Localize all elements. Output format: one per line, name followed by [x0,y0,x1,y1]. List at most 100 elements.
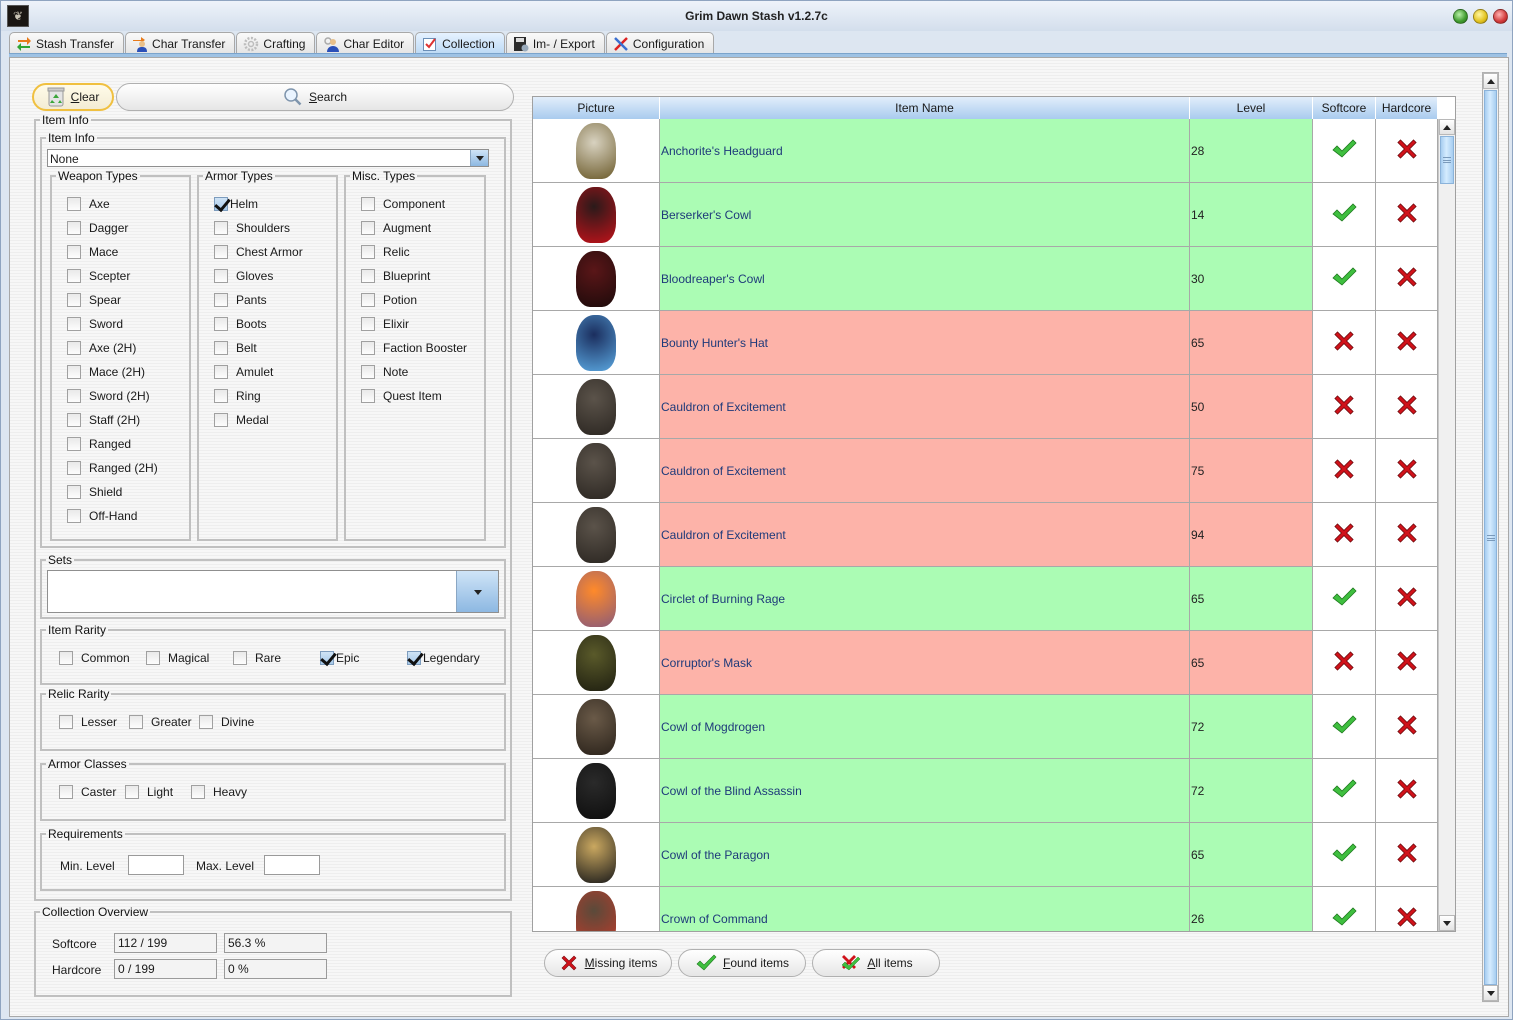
checkbox-medal[interactable]: Medal [214,413,269,427]
table-row[interactable]: Bloodreaper's Cowl 30 [533,247,1438,311]
tab-char-transfer[interactable]: Char Transfer [125,32,236,54]
panel-scrollbar[interactable] [1482,72,1499,1002]
scroll-down-button[interactable] [1483,985,1498,1001]
checkbox-unchecked-icon[interactable] [129,715,143,729]
checkbox-unchecked-icon[interactable] [214,269,228,283]
min-level-input[interactable] [128,855,184,875]
checkbox-unchecked-icon[interactable] [361,293,375,307]
checkbox-caster[interactable]: Caster [59,785,116,799]
checkbox-checked-icon[interactable] [214,197,228,211]
column-header-hardcore[interactable]: Hardcore [1376,97,1438,119]
checkbox-unchecked-icon[interactable] [214,293,228,307]
checkbox-unchecked-icon[interactable] [361,365,375,379]
checkbox-sword[interactable]: Sword [67,317,123,331]
scroll-thumb[interactable] [1484,90,1497,985]
checkbox-amulet[interactable]: Amulet [214,365,273,379]
checkbox-axe-2h[interactable]: Axe (2H) [67,341,136,355]
checkbox-unchecked-icon[interactable] [67,293,81,307]
checkbox-unchecked-icon[interactable] [67,245,81,259]
checkbox-unchecked-icon[interactable] [199,715,213,729]
scroll-down-button[interactable] [1439,915,1455,931]
checkbox-helm[interactable]: Helm [214,197,258,211]
table-row[interactable]: Corruptor's Mask 65 [533,631,1438,695]
checkbox-gloves[interactable]: Gloves [214,269,273,283]
checkbox-legendary[interactable]: Legendary [407,651,480,665]
table-scrollbar[interactable] [1438,119,1455,931]
checkbox-rare[interactable]: Rare [233,651,281,665]
checkbox-unchecked-icon[interactable] [361,221,375,235]
checkbox-belt[interactable]: Belt [214,341,257,355]
checkbox-ranged[interactable]: Ranged [67,437,131,451]
checkbox-shield[interactable]: Shield [67,485,122,499]
checkbox-faction-booster[interactable]: Faction Booster [361,341,467,355]
checkbox-unchecked-icon[interactable] [59,715,73,729]
checkbox-unchecked-icon[interactable] [214,317,228,331]
table-row[interactable]: Cauldron of Excitement 94 [533,503,1438,567]
close-button[interactable] [1493,9,1508,24]
checkbox-quest-item[interactable]: Quest Item [361,389,442,403]
table-row[interactable]: Cowl of the Blind Assassin 72 [533,759,1438,823]
checkbox-unchecked-icon[interactable] [67,197,81,211]
scroll-up-button[interactable] [1483,73,1498,89]
checkbox-light[interactable]: Light [125,785,173,799]
tab-stash-transfer[interactable]: Stash Transfer [9,32,125,54]
table-row[interactable]: Circlet of Burning Rage 65 [533,567,1438,631]
checkbox-sword-2h[interactable]: Sword (2H) [67,389,150,403]
checkbox-unchecked-icon[interactable] [67,341,81,355]
table-row[interactable]: Cauldron of Excitement 75 [533,439,1438,503]
checkbox-unchecked-icon[interactable] [361,341,375,355]
checkbox-unchecked-icon[interactable] [67,413,81,427]
checkbox-unchecked-icon[interactable] [67,485,81,499]
checkbox-unchecked-icon[interactable] [67,221,81,235]
sets-dropdown[interactable] [47,570,499,613]
tab-im-export[interactable]: Im- / Export [505,32,605,54]
checkbox-pants[interactable]: Pants [214,293,267,307]
checkbox-unchecked-icon[interactable] [67,389,81,403]
item-info-dropdown[interactable]: None [47,149,489,167]
column-header-item-name[interactable]: Item Name [660,97,1190,119]
checkbox-common[interactable]: Common [59,651,130,665]
table-row[interactable]: Cowl of the Paragon 65 [533,823,1438,887]
clear-button[interactable]: Clear [32,83,114,111]
checkbox-unchecked-icon[interactable] [59,651,73,665]
chevron-down-icon[interactable] [470,150,488,166]
scroll-up-button[interactable] [1439,119,1455,135]
chevron-down-icon[interactable] [456,571,498,612]
minimize-button[interactable] [1473,9,1488,24]
all-items-button[interactable]: All items [812,949,940,977]
column-header-level[interactable]: Level [1190,97,1313,119]
table-row[interactable]: Cauldron of Excitement 50 [533,375,1438,439]
checkbox-heavy[interactable]: Heavy [191,785,247,799]
checkbox-unchecked-icon[interactable] [67,269,81,283]
checkbox-staff-2h[interactable]: Staff (2H) [67,413,140,427]
scroll-thumb[interactable] [1440,136,1454,184]
checkbox-magical[interactable]: Magical [146,651,209,665]
checkbox-unchecked-icon[interactable] [361,389,375,403]
checkbox-unchecked-icon[interactable] [361,245,375,259]
checkbox-unchecked-icon[interactable] [67,317,81,331]
checkbox-relic[interactable]: Relic [361,245,410,259]
missing-items-button[interactable]: Missing items [544,949,672,977]
tab-collection[interactable]: Collection [415,32,505,54]
checkbox-divine[interactable]: Divine [199,715,254,729]
checkbox-unchecked-icon[interactable] [59,785,73,799]
checkbox-scepter[interactable]: Scepter [67,269,130,283]
checkbox-unchecked-icon[interactable] [214,365,228,379]
checkbox-unchecked-icon[interactable] [67,461,81,475]
checkbox-note[interactable]: Note [361,365,408,379]
table-row[interactable]: Cowl of Mogdrogen 72 [533,695,1438,759]
tab-crafting[interactable]: Crafting [236,32,316,54]
checkbox-unchecked-icon[interactable] [191,785,205,799]
checkbox-axe[interactable]: Axe [67,197,110,211]
checkbox-ranged-2h[interactable]: Ranged (2H) [67,461,158,475]
checkbox-unchecked-icon[interactable] [67,509,81,523]
max-level-input[interactable] [264,855,320,875]
checkbox-lesser[interactable]: Lesser [59,715,117,729]
checkbox-augment[interactable]: Augment [361,221,431,235]
checkbox-unchecked-icon[interactable] [214,389,228,403]
checkbox-component[interactable]: Component [361,197,445,211]
tab-char-editor[interactable]: Char Editor [316,32,415,54]
checkbox-unchecked-icon[interactable] [67,437,81,451]
column-header-picture[interactable]: Picture [533,97,660,119]
checkbox-unchecked-icon[interactable] [146,651,160,665]
